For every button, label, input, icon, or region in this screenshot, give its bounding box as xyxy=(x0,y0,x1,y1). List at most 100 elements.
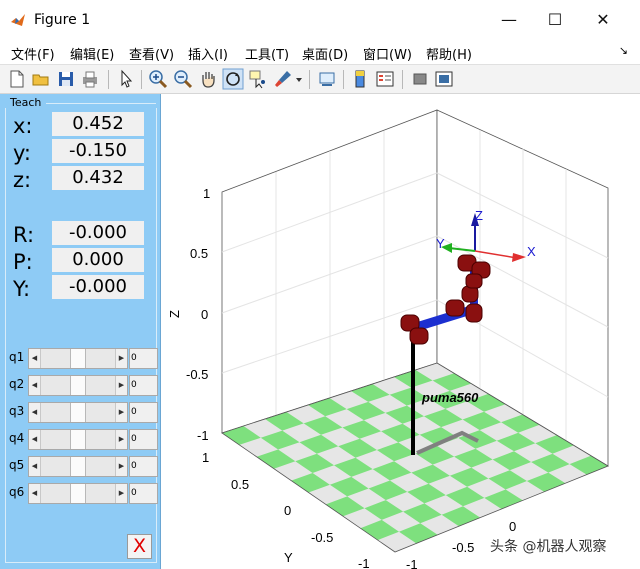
slider-left-arrow-icon[interactable]: ◀ xyxy=(29,430,41,449)
pose-value-roll: -0.000 xyxy=(52,221,144,245)
pose-label-pitch: P: xyxy=(13,250,33,274)
toolbar-separator xyxy=(343,70,344,89)
open-icon[interactable] xyxy=(30,68,52,90)
slider-left-arrow-icon[interactable]: ◀ xyxy=(29,349,41,368)
menu-window[interactable]: 窗口(W) xyxy=(363,44,412,63)
menu-dock-arrow-icon[interactable]: ↘ xyxy=(619,44,628,57)
joint-label-q5: q5 xyxy=(9,458,25,472)
pose-label-x: x: xyxy=(13,114,33,138)
toolbar-separator xyxy=(309,70,310,89)
joint-value-q5[interactable]: 0 xyxy=(129,456,158,477)
dropdown-arrow-icon[interactable] xyxy=(294,68,304,90)
joint-label-q2: q2 xyxy=(9,377,25,391)
joint-value-q1[interactable]: 0 xyxy=(129,348,158,369)
joint-label-q3: q3 xyxy=(9,404,25,418)
y-tick-neg0.5: -0.5 xyxy=(311,530,333,545)
robot-3d-plot[interactable]: 1 0.5 0 -0.5 -1 Z 1 0.5 0 -0.5 -1 Y 0 -0… xyxy=(162,94,640,569)
show-plot-tools-icon[interactable] xyxy=(433,68,455,90)
x-tick-neg1: -1 xyxy=(406,557,418,569)
save-icon[interactable] xyxy=(55,68,77,90)
joint-value-q4[interactable]: 0 xyxy=(129,429,158,450)
pose-value-yaw: -0.000 xyxy=(52,275,144,299)
slider-thumb[interactable] xyxy=(70,430,86,449)
print-icon[interactable] xyxy=(79,68,101,90)
menu-help[interactable]: 帮助(H) xyxy=(426,44,472,63)
teach-panel-frame-top xyxy=(46,103,156,104)
joint-slider-q4[interactable]: ◀ ▶ xyxy=(28,429,128,450)
window-title: Figure 1 xyxy=(34,12,91,28)
frame-z-label: Z xyxy=(475,208,483,223)
menu-edit[interactable]: 编辑(E) xyxy=(70,44,114,63)
slider-left-arrow-icon[interactable]: ◀ xyxy=(29,403,41,422)
pose-label-yaw: Y: xyxy=(13,277,31,301)
slider-thumb[interactable] xyxy=(70,349,86,368)
pose-value-x: 0.452 xyxy=(52,112,144,136)
z-tick-0.5: 0.5 xyxy=(190,246,208,261)
legend-icon[interactable] xyxy=(374,68,396,90)
pose-value-pitch: 0.000 xyxy=(52,248,144,272)
slider-right-arrow-icon[interactable]: ▶ xyxy=(115,430,127,449)
toolbar-separator xyxy=(141,70,142,89)
joint-slider-q3[interactable]: ◀ ▶ xyxy=(28,402,128,423)
frame-y-label: Y xyxy=(436,236,445,251)
joint-label-q1: q1 xyxy=(9,350,25,364)
colorbar-icon[interactable] xyxy=(350,68,372,90)
joint-value-q6[interactable]: 0 xyxy=(129,483,158,504)
slider-right-arrow-icon[interactable]: ▶ xyxy=(115,457,127,476)
brush-icon[interactable] xyxy=(272,68,294,90)
y-tick-0.5: 0.5 xyxy=(231,477,249,492)
hide-plot-tools-icon[interactable] xyxy=(409,68,431,90)
pointer-icon[interactable] xyxy=(115,68,137,90)
menu-insert[interactable]: 插入(I) xyxy=(188,44,228,63)
title-bar: Figure 1 — ☐ ✕ xyxy=(0,0,640,40)
x-tick-0: 0 xyxy=(509,519,516,534)
slider-thumb[interactable] xyxy=(70,457,86,476)
z-tick-neg1: -1 xyxy=(197,428,209,443)
slider-right-arrow-icon[interactable]: ▶ xyxy=(115,484,127,503)
menu-tools[interactable]: 工具(T) xyxy=(245,44,289,63)
pose-label-z: z: xyxy=(13,168,32,192)
y-tick-0: 0 xyxy=(284,503,291,518)
slider-right-arrow-icon[interactable]: ▶ xyxy=(115,376,127,395)
close-window-button[interactable]: ✕ xyxy=(580,0,626,40)
joint-slider-q1[interactable]: ◀ ▶ xyxy=(28,348,128,369)
pose-label-y: y: xyxy=(13,141,31,165)
joint-slider-q2[interactable]: ◀ ▶ xyxy=(28,375,128,396)
z-tick-0: 0 xyxy=(201,307,208,322)
menu-view[interactable]: 查看(V) xyxy=(129,44,174,63)
data-cursor-icon[interactable] xyxy=(247,68,269,90)
slider-thumb[interactable] xyxy=(70,484,86,503)
joint-value-q2[interactable]: 0 xyxy=(129,375,158,396)
slider-left-arrow-icon[interactable]: ◀ xyxy=(29,484,41,503)
pan-icon[interactable] xyxy=(197,68,219,90)
link-icon[interactable] xyxy=(316,68,338,90)
watermark-text: 头条 @机器人观察 xyxy=(490,539,607,555)
z-tick-neg0.5: -0.5 xyxy=(186,367,208,382)
pose-label-roll: R: xyxy=(13,223,35,247)
slider-right-arrow-icon[interactable]: ▶ xyxy=(115,403,127,422)
toolbar-separator xyxy=(108,70,109,89)
rotate-icon[interactable] xyxy=(222,68,244,90)
slider-left-arrow-icon[interactable]: ◀ xyxy=(29,376,41,395)
menu-file[interactable]: 文件(F) xyxy=(11,44,55,63)
new-figure-icon[interactable] xyxy=(6,68,28,90)
joint-value-q3[interactable]: 0 xyxy=(129,402,158,423)
robot-name-label: puma560 xyxy=(421,390,479,405)
slider-thumb[interactable] xyxy=(70,403,86,422)
teach-panel: Teach x: 0.452 y: -0.150 z: 0.432 R: -0.… xyxy=(0,94,161,569)
minimize-button[interactable]: — xyxy=(486,0,532,40)
joint-slider-q6[interactable]: ◀ ▶ xyxy=(28,483,128,504)
joint-slider-q5[interactable]: ◀ ▶ xyxy=(28,456,128,477)
menu-desktop[interactable]: 桌面(D) xyxy=(302,44,348,63)
z-axis-label: Z xyxy=(167,310,182,318)
slider-right-arrow-icon[interactable]: ▶ xyxy=(115,349,127,368)
x-tick-neg0.5: -0.5 xyxy=(452,540,474,555)
slider-left-arrow-icon[interactable]: ◀ xyxy=(29,457,41,476)
zoom-out-icon[interactable] xyxy=(172,68,194,90)
pose-value-y: -0.150 xyxy=(52,139,144,163)
teach-close-button[interactable]: X xyxy=(127,534,152,559)
zoom-in-icon[interactable] xyxy=(147,68,169,90)
maximize-button[interactable]: ☐ xyxy=(532,0,578,40)
joint-label-q4: q4 xyxy=(9,431,25,445)
slider-thumb[interactable] xyxy=(70,376,86,395)
